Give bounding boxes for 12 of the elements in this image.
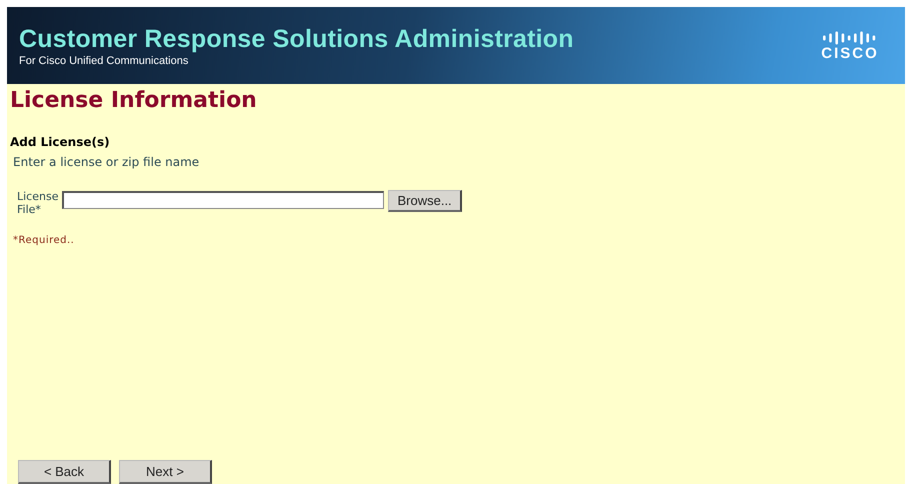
app-title: Customer Response Solutions Administration: [19, 24, 574, 54]
field-label: License File*: [17, 190, 58, 216]
license-file-field[interactable]: [62, 191, 384, 209]
section-title: Add License(s): [10, 135, 110, 149]
logo-text: CISCO: [821, 46, 879, 61]
browse-button[interactable]: Browse...: [388, 190, 462, 212]
page-title: License Information: [10, 88, 258, 113]
back-button[interactable]: < Back: [18, 460, 111, 484]
required-note: *Required..: [13, 235, 74, 246]
next-button[interactable]: Next >: [119, 460, 212, 484]
instructions-text: Enter a license or zip file name: [13, 155, 200, 169]
app-subtitle: For Cisco Unified Communications: [19, 54, 190, 66]
